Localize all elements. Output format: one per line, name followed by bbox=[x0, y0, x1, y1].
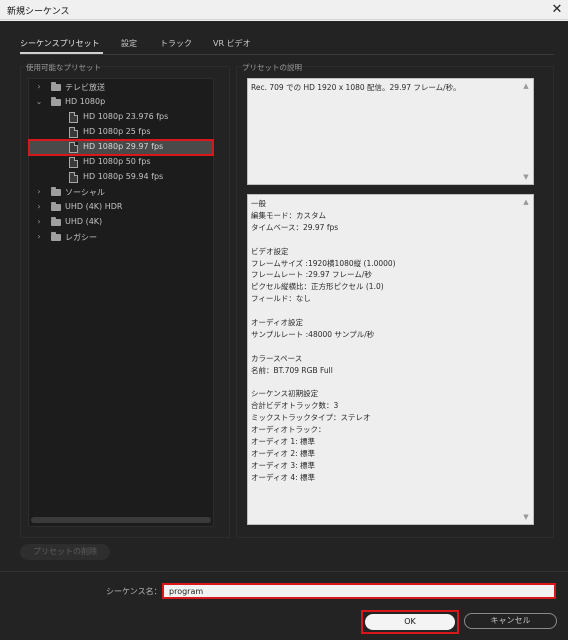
horizontal-scrollbar[interactable] bbox=[31, 517, 211, 523]
tree-preset-hd-1080p-50[interactable]: HD 1080p 50 fps bbox=[29, 155, 213, 170]
detail-line: 一般 bbox=[251, 199, 266, 208]
tree-folder-hd-1080p[interactable]: ⌄ HD 1080p bbox=[29, 95, 213, 110]
detail-line: オーディオ 1: 標準 bbox=[251, 437, 316, 446]
chevron-right-icon[interactable]: › bbox=[35, 218, 43, 226]
tree-label: HD 1080p 50 fps bbox=[83, 157, 151, 166]
tree-folder-legacy[interactable]: › レガシー bbox=[29, 230, 213, 245]
preset-file-icon bbox=[69, 112, 78, 123]
preset-file-icon bbox=[69, 142, 78, 153]
detail-line: 名前：BT.709 RGB Full bbox=[251, 365, 333, 375]
detail-line: フィールド：なし bbox=[251, 294, 311, 304]
cancel-button[interactable]: キャンセル bbox=[464, 613, 557, 629]
close-icon[interactable]: ✕ bbox=[546, 0, 568, 20]
tree-label: UHD (4K) HDR bbox=[65, 202, 123, 211]
folder-icon bbox=[51, 202, 61, 211]
scroll-up-icon[interactable]: ▲ bbox=[522, 82, 530, 90]
detail-line: 編集モード：カスタム bbox=[251, 210, 326, 220]
detail-line: フレームサイズ :1920横1080縦 (1.0000) bbox=[251, 258, 396, 268]
tree-folder-uhd-4k[interactable]: › UHD (4K) bbox=[29, 215, 213, 230]
tree-label: HD 1080p 23.976 fps bbox=[83, 112, 169, 121]
new-sequence-dialog: シーケンスプリセット 設定 トラック VR ビデオ 使用可能なプリセット プリセ… bbox=[0, 21, 568, 640]
chevron-right-icon[interactable]: › bbox=[35, 203, 43, 211]
detail-line: オーディオ 4: 標準 bbox=[251, 472, 316, 482]
chevron-down-icon[interactable]: ⌄ bbox=[35, 98, 43, 106]
tree-label: HD 1080p 25 fps bbox=[83, 127, 151, 136]
tree-preset-hd-1080p-23976[interactable]: HD 1080p 23.976 fps bbox=[29, 110, 213, 125]
folder-icon bbox=[51, 217, 61, 226]
detail-line: オーディオトラック： bbox=[251, 425, 326, 435]
tab-sequence-presets[interactable]: シーケンスプリセット bbox=[20, 38, 100, 49]
tab-tracks[interactable]: トラック bbox=[160, 38, 192, 49]
scroll-down-icon[interactable]: ▼ bbox=[522, 173, 530, 181]
tree-label: ソーシャル bbox=[65, 188, 105, 197]
tree-preset-hd-1080p-25[interactable]: HD 1080p 25 fps bbox=[29, 125, 213, 140]
preset-description-text: Rec. 709 での HD 1920 x 1080 配信。29.97 フレーム… bbox=[251, 83, 461, 92]
detail-line: フレームレート :29.97 フレーム/秒 bbox=[251, 270, 372, 280]
sequence-name-input[interactable] bbox=[162, 583, 556, 599]
chevron-right-icon[interactable]: › bbox=[35, 83, 43, 91]
detail-line: カラースペース bbox=[251, 353, 303, 363]
tree-label: HD 1080p bbox=[65, 97, 106, 106]
tree-label: レガシー bbox=[65, 233, 97, 242]
ok-button[interactable]: OK bbox=[365, 614, 455, 630]
tree-preset-hd-1080p-2997[interactable]: HD 1080p 29.97 fps bbox=[28, 139, 214, 156]
scroll-down-icon[interactable]: ▼ bbox=[522, 513, 530, 521]
detail-line: オーディオ 3: 標準 bbox=[251, 460, 316, 470]
footer-divider bbox=[0, 571, 568, 572]
tree-folder-social[interactable]: › ソーシャル bbox=[29, 185, 213, 200]
tree-label: HD 1080p 29.97 fps bbox=[83, 142, 164, 151]
folder-icon bbox=[51, 82, 61, 91]
description-panel: Rec. 709 での HD 1920 x 1080 配信。29.97 フレーム… bbox=[247, 78, 534, 185]
tree-preset-hd-1080p-5994[interactable]: HD 1080p 59.94 fps bbox=[29, 170, 213, 185]
detail-line: ビデオ設定 bbox=[251, 246, 289, 256]
detail-line: シーケンス初期設定 bbox=[251, 389, 319, 399]
chevron-right-icon[interactable]: › bbox=[35, 188, 43, 196]
preset-tree: › テレビ放送 ⌄ HD 1080p HD 1080p 23.976 fps H… bbox=[28, 78, 214, 527]
preset-file-icon bbox=[69, 127, 78, 138]
detail-line: ピクセル縦横比：正方形ピクセル (1.0) bbox=[251, 282, 384, 292]
tab-divider bbox=[20, 54, 554, 55]
tree-folder-tv-broadcast[interactable]: › テレビ放送 bbox=[29, 80, 213, 95]
detail-line: オーディオ設定 bbox=[251, 318, 303, 327]
tab-vr-video[interactable]: VR ビデオ bbox=[213, 38, 251, 49]
preset-description-label: プリセットの説明 bbox=[242, 63, 302, 72]
folder-icon bbox=[51, 97, 61, 106]
tree-label: HD 1080p 59.94 fps bbox=[83, 172, 164, 181]
ok-highlight: OK bbox=[361, 610, 459, 634]
detail-line: 合計ビデオトラック数：3 bbox=[251, 401, 339, 411]
folder-icon bbox=[51, 187, 61, 196]
window-title: 新規シーケンス bbox=[7, 7, 70, 17]
chevron-right-icon[interactable]: › bbox=[35, 233, 43, 241]
preset-details-panel: 一般 編集モード：カスタム タイムベース：29.97 fps ビデオ設定 フレーム… bbox=[247, 194, 534, 525]
folder-icon bbox=[51, 232, 61, 241]
detail-line: サンプルレート :48000 サンプル/秒 bbox=[251, 329, 375, 339]
tab-settings[interactable]: 設定 bbox=[121, 38, 137, 49]
delete-preset-button[interactable]: プリセットの削除 bbox=[20, 544, 110, 560]
tree-label: UHD (4K) bbox=[65, 217, 103, 226]
available-presets-label: 使用可能なプリセット bbox=[26, 63, 101, 72]
detail-line: タイムベース：29.97 fps bbox=[251, 222, 339, 232]
sequence-name-label: シーケンス名： bbox=[106, 587, 162, 596]
tree-label: テレビ放送 bbox=[65, 83, 105, 92]
detail-line: オーディオ 2: 標準 bbox=[251, 448, 316, 458]
detail-line: ミックストラックタイプ：ステレオ bbox=[251, 413, 371, 423]
preset-file-icon bbox=[69, 172, 78, 183]
scroll-up-icon[interactable]: ▲ bbox=[522, 198, 530, 206]
tree-folder-uhd-4k-hdr[interactable]: › UHD (4K) HDR bbox=[29, 200, 213, 215]
title-bar: 新規シーケンス ✕ bbox=[0, 0, 568, 20]
preset-file-icon bbox=[69, 157, 78, 168]
